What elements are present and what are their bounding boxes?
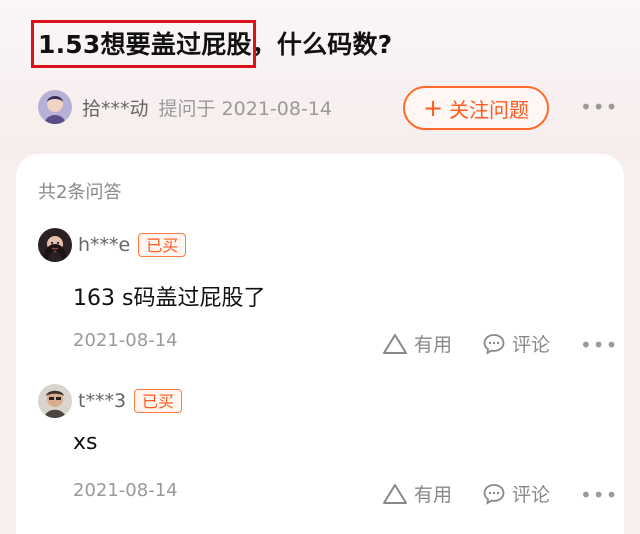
comment-button[interactable]: 评论 <box>482 330 550 357</box>
comment-icon <box>483 333 505 355</box>
asked-date: 提问于 2021-08-14 <box>158 97 332 120</box>
more-options-icon[interactable]: ••• <box>580 335 618 355</box>
plus-icon: + <box>422 94 444 122</box>
purchased-badge: 已买 <box>138 233 187 257</box>
answer-date: 2021-08-14 <box>73 480 178 501</box>
title-highlight-box <box>31 20 256 68</box>
useful-label: 有用 <box>414 484 453 506</box>
user-name[interactable]: h***e <box>78 234 130 256</box>
answer-user: t***3 已买 <box>38 384 183 418</box>
comment-label: 评论 <box>512 484 551 506</box>
answer-count: 共2条问答 <box>38 182 122 203</box>
user-name[interactable]: t***3 <box>78 390 126 412</box>
asker-avatar[interactable] <box>38 90 72 124</box>
follow-question-button[interactable]: + 关注问题 <box>403 86 549 130</box>
answer-user: h***e 已买 <box>38 228 187 262</box>
comment-button[interactable]: 评论 <box>482 480 550 507</box>
useful-button[interactable]: 有用 <box>382 480 452 507</box>
asker-name[interactable]: 拾***动 <box>82 94 149 121</box>
comment-label: 评论 <box>512 334 551 356</box>
user-avatar[interactable] <box>38 228 72 262</box>
more-options-icon[interactable]: ••• <box>580 97 618 117</box>
answer-date: 2021-08-14 <box>73 330 178 351</box>
asker-row: 拾***动 提问于 2021-08-14 <box>38 88 332 126</box>
useful-label: 有用 <box>414 334 453 356</box>
answer-content: 163 s码盖过屁股了 <box>73 286 266 311</box>
purchased-badge: 已买 <box>134 389 183 413</box>
comment-icon <box>483 483 505 505</box>
user-avatar[interactable] <box>38 384 72 418</box>
thumb-triangle-icon <box>383 483 407 504</box>
more-options-icon[interactable]: ••• <box>580 485 618 505</box>
follow-label: 关注问题 <box>449 97 530 122</box>
answers-card: 共2条问答 h***e 已买 163 s码盖过屁股了 2021-08-14 有用… <box>16 154 624 534</box>
answer-content: xs <box>73 430 98 455</box>
useful-button[interactable]: 有用 <box>382 330 452 357</box>
thumb-triangle-icon <box>383 333 407 354</box>
